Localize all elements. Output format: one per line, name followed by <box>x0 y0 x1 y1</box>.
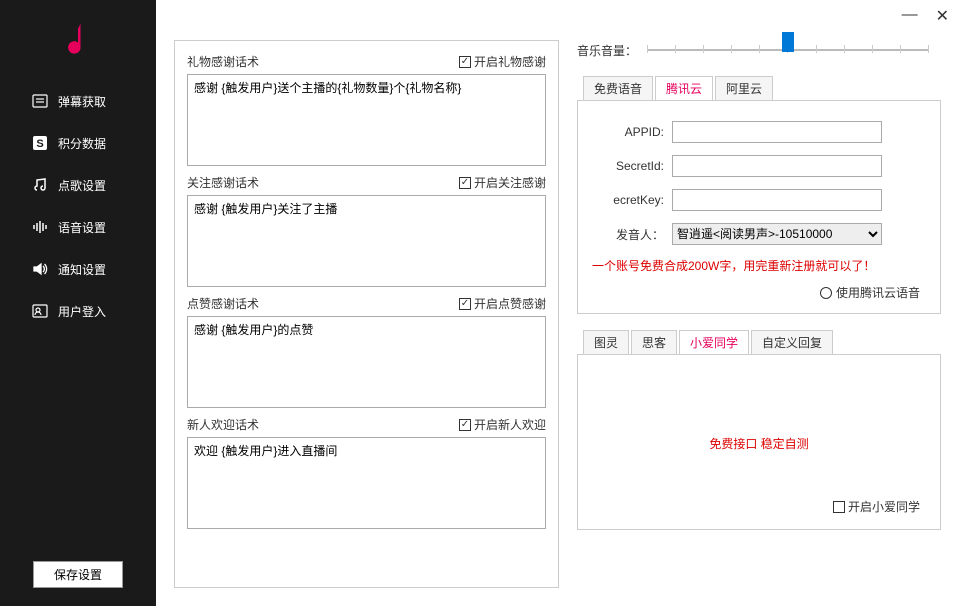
secretid-row: SecretId: <box>592 155 926 177</box>
like-checkbox[interactable]: 开启点赞感谢 <box>459 295 546 312</box>
gift-title: 礼物感谢话术 <box>187 53 259 70</box>
window-controls: — ✕ <box>902 6 949 26</box>
tts-tabs: 免费语音 腾讯云 阿里云 <box>583 75 941 99</box>
gift-textarea[interactable]: 感谢 {触发用户}送个主播的{礼物数量}个{礼物名称} <box>187 74 546 166</box>
content: 礼物感谢话术 开启礼物感谢 感谢 {触发用户}送个主播的{礼物数量}个{礼物名称… <box>156 0 959 606</box>
save-wrap: 保存设置 <box>0 543 156 606</box>
minimize-button[interactable]: — <box>902 6 918 26</box>
nav-label: 点歌设置 <box>58 177 106 194</box>
tab-aliyun[interactable]: 阿里云 <box>715 76 773 100</box>
user-icon <box>32 303 48 319</box>
save-button[interactable]: 保存设置 <box>33 561 123 588</box>
main: — ✕ 礼物感谢话术 开启礼物感谢 感谢 {触发用户}送个主播的{礼物数量}个{… <box>156 0 959 606</box>
follow-textarea[interactable]: 感谢 {触发用户}关注了主播 <box>187 195 546 287</box>
tab-free-voice[interactable]: 免费语音 <box>583 76 653 100</box>
chat-panel: 免费接口 稳定自测 开启小爱同学 <box>577 354 941 530</box>
appid-row: APPID: <box>592 121 926 143</box>
enable-xiaoai-checkbox[interactable]: 开启小爱同学 <box>833 498 926 515</box>
close-button[interactable]: ✕ <box>936 6 949 26</box>
chat-panel-wrapper: 图灵 思客 小爱同学 自定义回复 免费接口 稳定自测 开启小爱同学 <box>577 330 941 530</box>
nav-label: 积分数据 <box>58 135 106 152</box>
tab-custom[interactable]: 自定义回复 <box>751 330 833 354</box>
speaker-icon <box>32 261 48 277</box>
checkbox-icon <box>833 501 845 513</box>
s-icon: S <box>32 135 48 151</box>
tab-xiaoai[interactable]: 小爱同学 <box>679 330 749 354</box>
nav-label: 用户登入 <box>58 303 106 320</box>
like-textarea[interactable]: 感谢 {触发用户}的点赞 <box>187 316 546 408</box>
nav-login[interactable]: 用户登入 <box>0 290 156 332</box>
tts-hint: 一个账号免费合成200W字，用完重新注册就可以了！ <box>592 257 926 274</box>
checkbox-icon <box>459 177 471 189</box>
voice-label: 发音人： <box>592 226 664 243</box>
gift-checkbox[interactable]: 开启礼物感谢 <box>459 53 546 70</box>
list-icon <box>32 93 48 109</box>
voice-row: 发音人： 智逍遥<阅读男声>-10510000 <box>592 223 926 245</box>
use-tencent-radio[interactable]: 使用腾讯云语音 <box>592 284 926 301</box>
nav-label: 通知设置 <box>58 261 106 278</box>
nav: 弹幕获取 S 积分数据 点歌设置 语音设置 通知设置 用户登入 <box>0 80 156 543</box>
nav-label: 弹幕获取 <box>58 93 106 110</box>
welcome-title: 新人欢迎话术 <box>187 416 259 433</box>
radio-icon <box>820 287 832 299</box>
welcome-textarea[interactable]: 欢迎 {触发用户}进入直播间 <box>187 437 546 529</box>
follow-title: 关注感谢话术 <box>187 174 259 191</box>
secretid-label: SecretId: <box>592 159 664 173</box>
nav-points[interactable]: S 积分数据 <box>0 122 156 164</box>
secretid-input[interactable] <box>672 155 882 177</box>
appid-input[interactable] <box>672 121 882 143</box>
checkbox-icon <box>459 56 471 68</box>
welcome-group: 新人欢迎话术 开启新人欢迎 欢迎 {触发用户}进入直播间 <box>187 416 546 529</box>
like-title: 点赞感谢话术 <box>187 295 259 312</box>
nav-song[interactable]: 点歌设置 <box>0 164 156 206</box>
appid-label: APPID: <box>592 125 664 139</box>
nav-danmu[interactable]: 弹幕获取 <box>0 80 156 122</box>
follow-group: 关注感谢话术 开启关注感谢 感谢 {触发用户}关注了主播 <box>187 174 546 287</box>
tab-tuling[interactable]: 图灵 <box>583 330 629 354</box>
checkbox-icon <box>459 298 471 310</box>
chat-tabs: 图灵 思客 小爱同学 自定义回复 <box>583 329 941 353</box>
nav-label: 语音设置 <box>58 219 106 236</box>
slider-thumb[interactable] <box>782 32 794 52</box>
sidebar: 弹幕获取 S 积分数据 点歌设置 语音设置 通知设置 用户登入 保存设置 <box>0 0 156 606</box>
tts-panel: APPID: SecretId: ecretKey: 发音人： <box>577 100 941 314</box>
voice-select[interactable]: 智逍遥<阅读男声>-10510000 <box>672 223 882 245</box>
app-logo <box>0 0 156 80</box>
volume-label: 音乐音量： <box>577 42 637 59</box>
secretkey-label: ecretKey: <box>592 193 664 207</box>
volume-row: 音乐音量： <box>577 40 941 60</box>
nav-notify[interactable]: 通知设置 <box>0 248 156 290</box>
right-column: 音乐音量： 免费语音 腾讯云 阿里云 APPID: <box>577 40 941 588</box>
music-icon <box>32 177 48 193</box>
gift-group: 礼物感谢话术 开启礼物感谢 感谢 {触发用户}送个主播的{礼物数量}个{礼物名称… <box>187 53 546 166</box>
welcome-checkbox[interactable]: 开启新人欢迎 <box>459 416 546 433</box>
volume-slider[interactable] <box>647 40 929 60</box>
tab-sike[interactable]: 思客 <box>631 330 677 354</box>
nav-voice[interactable]: 语音设置 <box>0 206 156 248</box>
waveform-icon <box>32 219 48 235</box>
secretkey-input[interactable] <box>672 189 882 211</box>
tts-panel-wrapper: 免费语音 腾讯云 阿里云 APPID: SecretId: <box>577 76 941 314</box>
checkbox-icon <box>459 419 471 431</box>
like-group: 点赞感谢话术 开启点赞感谢 感谢 {触发用户}的点赞 <box>187 295 546 408</box>
svg-text:S: S <box>36 138 43 150</box>
speech-templates-panel: 礼物感谢话术 开启礼物感谢 感谢 {触发用户}送个主播的{礼物数量}个{礼物名称… <box>174 40 559 588</box>
follow-checkbox[interactable]: 开启关注感谢 <box>459 174 546 191</box>
music-note-icon <box>63 20 93 60</box>
chat-hint: 免费接口 稳定自测 <box>709 435 808 452</box>
tab-tencent[interactable]: 腾讯云 <box>655 76 713 100</box>
secretkey-row: ecretKey: <box>592 189 926 211</box>
